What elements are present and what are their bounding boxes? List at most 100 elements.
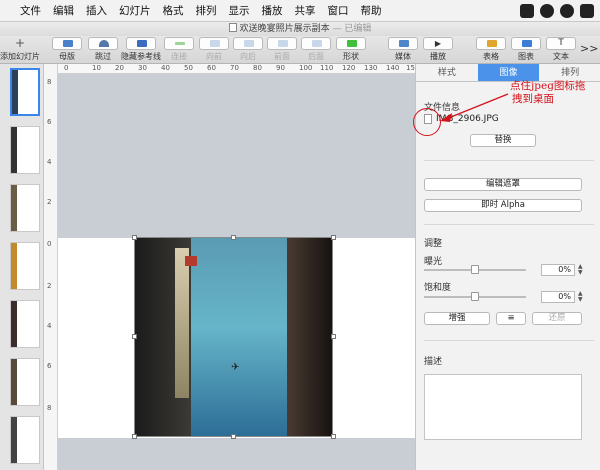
ruler-tick: 8 bbox=[47, 78, 52, 86]
back-button[interactable]: 后面 bbox=[299, 37, 333, 62]
resize-handle[interactable] bbox=[231, 434, 236, 439]
resize-handle[interactable] bbox=[132, 334, 137, 339]
backward-button[interactable]: 向后 bbox=[231, 37, 265, 62]
divider bbox=[424, 224, 594, 225]
master-button[interactable]: 母版 bbox=[50, 37, 84, 62]
ruler-tick: 20 bbox=[115, 64, 124, 72]
adjust-label: 调整 bbox=[424, 239, 443, 249]
saturation-slider-knob[interactable] bbox=[471, 292, 479, 301]
front-button[interactable]: 前面 bbox=[265, 37, 299, 62]
adjust-settings-button[interactable]: ≡ bbox=[496, 312, 526, 325]
wechat-icon[interactable] bbox=[520, 4, 534, 18]
ruler-tick: 6 bbox=[47, 362, 52, 370]
resize-handle[interactable] bbox=[132, 235, 137, 240]
ruler-tick: 120 bbox=[342, 64, 356, 72]
saturation-stepper[interactable]: ▲ ▼ bbox=[578, 291, 586, 303]
slide-canvas[interactable]: ✈ bbox=[58, 74, 415, 470]
vertical-ruler: 8 6 4 2 0 2 4 6 8 bbox=[44, 64, 58, 470]
menu-share[interactable]: 共享 bbox=[289, 3, 322, 18]
slide-thumbnail[interactable] bbox=[10, 242, 40, 290]
text-button[interactable]: T 文本 bbox=[544, 37, 578, 62]
drive-icon[interactable] bbox=[580, 4, 594, 18]
exposure-control: 0% ▲ ▼ bbox=[424, 264, 594, 276]
app-icon[interactable] bbox=[540, 4, 554, 18]
forward-button[interactable]: 向前 bbox=[197, 37, 231, 62]
ruler-tick: 0 bbox=[47, 240, 52, 248]
description-input[interactable] bbox=[424, 374, 582, 440]
file-name: IMG_2906.JPG bbox=[436, 114, 499, 124]
menu-file[interactable]: 文件 bbox=[14, 3, 47, 18]
tab-arrange[interactable]: 排列 bbox=[539, 64, 600, 81]
photo-flag bbox=[185, 256, 197, 266]
tab-style[interactable]: 样式 bbox=[416, 64, 478, 81]
ruler-tick: 110 bbox=[320, 64, 334, 72]
ruler-tick: 140 bbox=[386, 64, 400, 72]
exposure-slider-knob[interactable] bbox=[471, 265, 479, 274]
more-tools-button[interactable]: >> bbox=[580, 42, 598, 55]
hide-guides-button[interactable]: 隐藏参考线 bbox=[120, 37, 162, 62]
front-icon bbox=[267, 37, 297, 50]
ruler-tick: 100 bbox=[299, 64, 313, 72]
tab-image[interactable]: 图像 bbox=[477, 64, 540, 81]
slide-thumbnail[interactable] bbox=[10, 126, 40, 174]
edit-mask-button[interactable]: 编辑遮罩 bbox=[424, 178, 582, 191]
slide-navigator[interactable] bbox=[0, 64, 44, 470]
horizontal-ruler: 0 10 20 30 40 50 60 70 80 90 100 110 120… bbox=[58, 64, 419, 74]
skip-button[interactable]: 跳过 bbox=[86, 37, 120, 62]
resize-handle[interactable] bbox=[132, 434, 137, 439]
instant-alpha-button[interactable]: 即时 Alpha bbox=[424, 199, 582, 212]
play-button[interactable]: ▶ 播放 bbox=[421, 37, 455, 62]
chart-button[interactable]: 图表 bbox=[509, 37, 543, 62]
table-icon bbox=[476, 37, 506, 50]
resize-handle[interactable] bbox=[331, 434, 336, 439]
sync-icon[interactable] bbox=[560, 4, 574, 18]
ruler-tick: 90 bbox=[276, 64, 285, 72]
table-button[interactable]: 表格 bbox=[474, 37, 508, 62]
resize-handle[interactable] bbox=[231, 235, 236, 240]
forward-icon bbox=[199, 37, 229, 50]
replace-button[interactable]: 替换 bbox=[470, 134, 536, 147]
selected-image[interactable]: ✈ bbox=[134, 237, 333, 437]
shape-button[interactable]: 形状 bbox=[334, 37, 368, 62]
slide-thumbnail[interactable] bbox=[10, 68, 40, 116]
menu-help[interactable]: 帮助 bbox=[355, 3, 388, 18]
annotation-text: 点住jpeg图标拖 拽到桌面 bbox=[510, 80, 585, 106]
annotation-line-2: 拽到桌面 bbox=[512, 93, 554, 105]
ruler-tick: 60 bbox=[207, 64, 216, 72]
slide-thumbnail[interactable] bbox=[10, 300, 40, 348]
enhance-button[interactable]: 增强 bbox=[424, 312, 490, 325]
window-title-bar: 欢送晚宴照片展示副本 — 已编辑 bbox=[0, 22, 600, 36]
ruler-tick: 4 bbox=[47, 322, 52, 330]
connect-button[interactable]: 连接 bbox=[162, 37, 196, 62]
ruler-tick: 4 bbox=[47, 158, 52, 166]
resize-handle[interactable] bbox=[331, 334, 336, 339]
menu-insert[interactable]: 插入 bbox=[80, 3, 113, 18]
slide-thumbnail[interactable] bbox=[10, 416, 40, 464]
plus-icon: + bbox=[14, 36, 26, 50]
menu-play[interactable]: 播放 bbox=[256, 3, 289, 18]
media-icon bbox=[388, 37, 418, 50]
menu-slide[interactable]: 幻灯片 bbox=[113, 3, 157, 18]
slide-thumbnail[interactable] bbox=[10, 358, 40, 406]
divider bbox=[424, 340, 594, 341]
media-button[interactable]: 媒体 bbox=[386, 37, 420, 62]
exposure-value-field[interactable]: 0% bbox=[541, 264, 575, 276]
slide-thumbnail[interactable] bbox=[10, 184, 40, 232]
saturation-value-field[interactable]: 0% bbox=[541, 291, 575, 303]
menu-bar: 文件 编辑 插入 幻灯片 格式 排列 显示 播放 共享 窗口 帮助 bbox=[0, 0, 600, 22]
ruler-tick: 70 bbox=[230, 64, 239, 72]
menu-window[interactable]: 窗口 bbox=[322, 3, 355, 18]
document-icon bbox=[228, 23, 237, 32]
title-separator: — bbox=[332, 24, 342, 34]
resize-handle[interactable] bbox=[331, 235, 336, 240]
ruler-tick: 50 bbox=[184, 64, 193, 72]
menu-view[interactable]: 显示 bbox=[223, 3, 256, 18]
menu-format[interactable]: 格式 bbox=[157, 3, 190, 18]
connect-icon bbox=[164, 37, 194, 50]
exposure-stepper[interactable]: ▲ ▼ bbox=[578, 264, 586, 276]
toolbar: + 添加幻灯片 母版 跳过 隐藏参考线 连接 向前 向后 前面 后面 形状 媒体 bbox=[0, 36, 600, 64]
add-slide-button[interactable]: + 添加幻灯片 bbox=[0, 37, 40, 62]
reset-button[interactable]: 还原 bbox=[532, 312, 582, 325]
menu-edit[interactable]: 编辑 bbox=[47, 3, 80, 18]
menu-arrange[interactable]: 排列 bbox=[190, 3, 223, 18]
